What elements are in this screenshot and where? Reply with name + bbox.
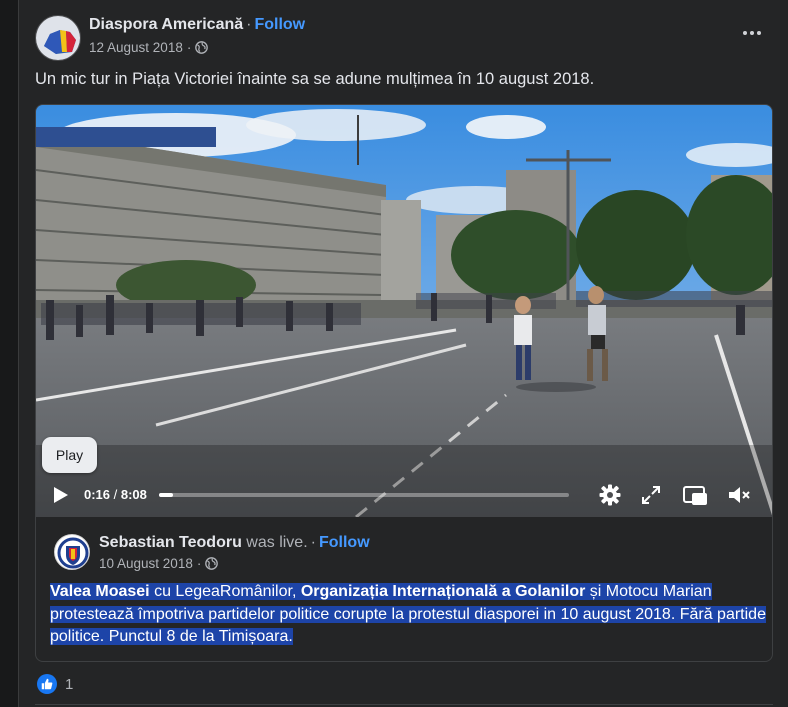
- post-author-name[interactable]: Diaspora Americană: [89, 16, 243, 33]
- shared-post-text: Valea Moasei cu LegeaRomânilor, Organiza…: [50, 581, 770, 649]
- post-card: Diaspora Americană · Follow 12 August 2018…: [18, 0, 788, 707]
- meta-dot: ·: [186, 40, 192, 55]
- post-text: Un mic tur in Piața Victoriei înainte sa…: [35, 70, 595, 88]
- post-meta: 12 August 2018 ·: [89, 40, 209, 55]
- globe-icon: [205, 557, 219, 570]
- settings-gear-icon[interactable]: [598, 483, 622, 507]
- shared-text-part: cu LegeaRomânilor,: [149, 583, 301, 600]
- video-player[interactable]: Play 0:16 / 8:08: [36, 105, 772, 517]
- meta-dot: ·: [196, 556, 202, 571]
- shared-author-name[interactable]: Sebastian Teodoru: [99, 534, 242, 551]
- shared-meta: 10 August 2018 ·: [99, 556, 219, 571]
- progress-fill: [159, 493, 173, 497]
- shared-date[interactable]: 10 August 2018: [99, 556, 193, 571]
- time-separator: /: [110, 487, 121, 502]
- page-avatar[interactable]: [35, 15, 81, 61]
- like-thumb-icon[interactable]: [37, 674, 57, 694]
- mention-organizatia[interactable]: Organizația Internațională a Golanilor: [301, 583, 586, 600]
- mention-valea-moasei[interactable]: Valea Moasei: [50, 583, 150, 600]
- picture-in-picture-icon[interactable]: [682, 483, 707, 507]
- shared-author-line: Sebastian Teodoru was live. · Follow: [99, 534, 370, 552]
- progress-bar[interactable]: [159, 493, 569, 497]
- was-live-label: was live.: [246, 534, 308, 551]
- reaction-count[interactable]: 1: [65, 676, 73, 693]
- fullscreen-expand-icon[interactable]: [639, 483, 663, 507]
- post-date[interactable]: 12 August 2018: [89, 40, 183, 55]
- current-time: 0:16: [84, 487, 111, 502]
- post-author-line: Diaspora Americană · Follow: [89, 16, 305, 34]
- more-options-icon[interactable]: [737, 22, 767, 44]
- follow-button[interactable]: Follow: [254, 16, 305, 33]
- video-frame: [36, 105, 772, 517]
- footer-divider: [35, 704, 773, 705]
- muted-speaker-icon[interactable]: [726, 483, 750, 507]
- duration: 8:08: [120, 487, 147, 502]
- shared-follow-button[interactable]: Follow: [319, 534, 370, 551]
- globe-icon: [195, 41, 209, 54]
- shared-live-attachment: Play 0:16 / 8:08 Sebastian Teodoru was l…: [35, 104, 773, 662]
- separator-dot: ·: [246, 16, 252, 33]
- shared-author-avatar[interactable]: [54, 534, 90, 570]
- play-icon[interactable]: [50, 484, 72, 506]
- separator-dot: ·: [310, 534, 316, 551]
- video-time: 0:16 / 8:08: [84, 487, 147, 502]
- play-tooltip: Play: [42, 437, 97, 473]
- video-controls: 0:16 / 8:08: [36, 473, 772, 517]
